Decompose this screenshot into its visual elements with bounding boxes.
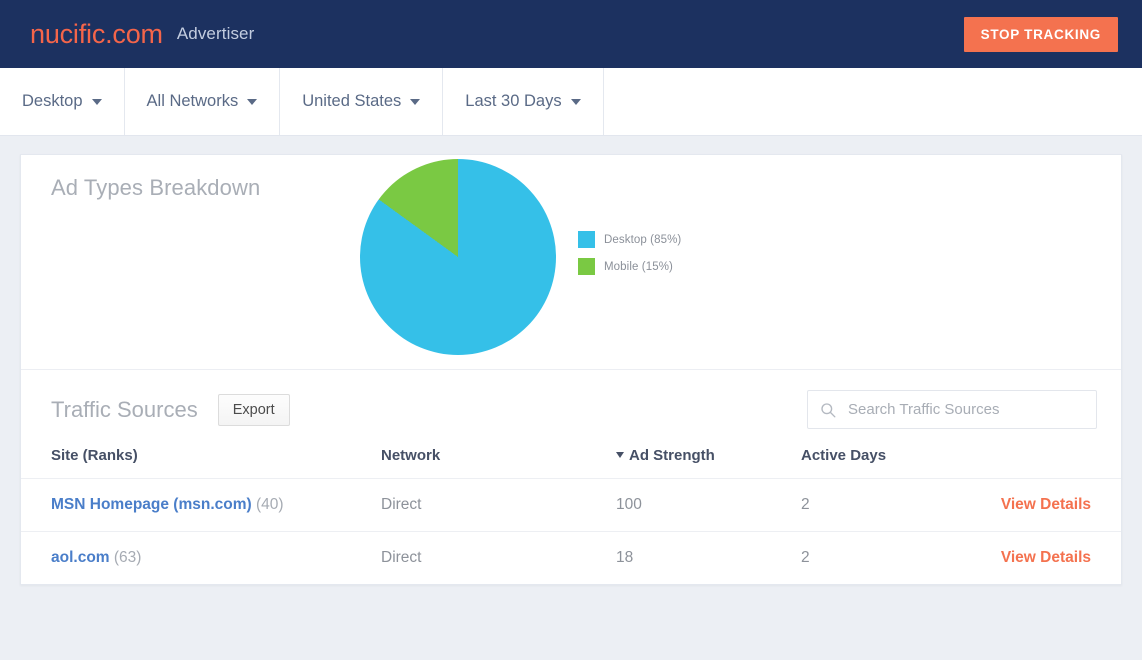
traffic-sources-table: Site (Ranks) Network Ad Strength Active … — [21, 447, 1121, 584]
filter-device-label: Desktop — [22, 92, 83, 110]
column-header-network[interactable]: Network — [381, 447, 616, 479]
cell-site: MSN Homepage (msn.com) (40) — [21, 478, 381, 532]
ad-types-pie-chart — [360, 159, 556, 355]
view-details-link[interactable]: View Details — [1001, 496, 1091, 513]
table-row: MSN Homepage (msn.com) (40) Direct 100 2… — [21, 478, 1121, 532]
chevron-down-icon — [570, 98, 581, 105]
column-header-active-days[interactable]: Active Days — [801, 447, 971, 479]
legend-item-mobile: Mobile (15%) — [578, 258, 681, 275]
cell-active-days: 2 — [801, 549, 810, 566]
legend-swatch-desktop — [578, 231, 595, 248]
main-card: Ad Types Breakdown Desktop (85%) Mobile … — [20, 154, 1122, 585]
traffic-sources-section: Traffic Sources Export Site (Ranks) Netw… — [21, 370, 1121, 584]
brand-role-label: Advertiser — [176, 24, 255, 43]
pie-chart-legend: Desktop (85%) Mobile (15%) — [578, 231, 681, 285]
search-traffic-sources-wrapper — [807, 390, 1097, 429]
table-body: MSN Homepage (msn.com) (40) Direct 100 2… — [21, 478, 1121, 585]
cell-action: View Details — [971, 478, 1121, 532]
export-button[interactable]: Export — [217, 393, 290, 426]
brand-domain: nucific.com — [30, 18, 163, 49]
ad-types-breakdown-section: Ad Types Breakdown Desktop (85%) Mobile … — [21, 155, 1121, 370]
table-header-row: Site (Ranks) Network Ad Strength Active … — [21, 447, 1121, 479]
filter-daterange[interactable]: Last 30 Days — [443, 68, 604, 135]
column-header-site[interactable]: Site (Ranks) — [21, 447, 381, 479]
cell-action: View Details — [971, 532, 1121, 585]
chevron-down-icon — [410, 98, 421, 105]
sort-desc-icon — [616, 452, 624, 458]
site-link[interactable]: MSN Homepage (msn.com) — [51, 496, 252, 513]
column-header-ad-strength-label: Ad Strength — [629, 447, 715, 464]
cell-network: Direct — [381, 478, 616, 532]
filter-network[interactable]: All Networks — [125, 68, 281, 135]
chevron-down-icon — [91, 98, 102, 105]
site-rank: (40) — [255, 496, 284, 513]
legend-label-desktop: Desktop (85%) — [604, 233, 682, 246]
legend-swatch-mobile — [578, 258, 595, 275]
legend-label-mobile: Mobile (15%) — [604, 260, 673, 273]
column-header-ad-strength[interactable]: Ad Strength — [616, 447, 801, 479]
page-content: Ad Types Breakdown Desktop (85%) Mobile … — [0, 136, 1142, 585]
chevron-down-icon — [247, 98, 258, 105]
filter-daterange-label: Last 30 Days — [465, 92, 562, 110]
legend-item-desktop: Desktop (85%) — [578, 231, 681, 248]
cell-site: aol.com (63) — [21, 532, 381, 585]
cell-ad-strength: 18 — [616, 549, 634, 566]
site-rank: (63) — [113, 549, 142, 566]
app-header: nucific.com Advertiser STOP TRACKING — [0, 0, 1142, 68]
filter-bar: Desktop All Networks United States Last … — [0, 68, 1142, 136]
search-traffic-sources-input[interactable] — [807, 390, 1097, 429]
stop-tracking-button[interactable]: STOP TRACKING — [963, 16, 1118, 52]
table-head: Site (Ranks) Network Ad Strength Active … — [21, 447, 1121, 479]
view-details-link[interactable]: View Details — [1001, 549, 1091, 566]
filter-country-label: United States — [302, 92, 402, 110]
ad-types-breakdown-title: Ad Types Breakdown — [51, 175, 261, 200]
filter-country[interactable]: United States — [280, 68, 444, 135]
filter-network-label: All Networks — [146, 92, 239, 110]
column-header-actions — [971, 447, 1121, 479]
filter-device[interactable]: Desktop — [0, 68, 125, 135]
traffic-sources-header: Traffic Sources Export — [21, 370, 1121, 447]
cell-ad-strength: 100 — [616, 478, 801, 532]
cell-active-days: 2 — [801, 478, 971, 532]
cell-network: Direct — [381, 549, 422, 566]
site-link[interactable]: aol.com — [51, 549, 110, 566]
table-row: aol.com (63) Direct 18 2 View Details — [21, 532, 1121, 585]
traffic-sources-title: Traffic Sources — [51, 396, 198, 422]
